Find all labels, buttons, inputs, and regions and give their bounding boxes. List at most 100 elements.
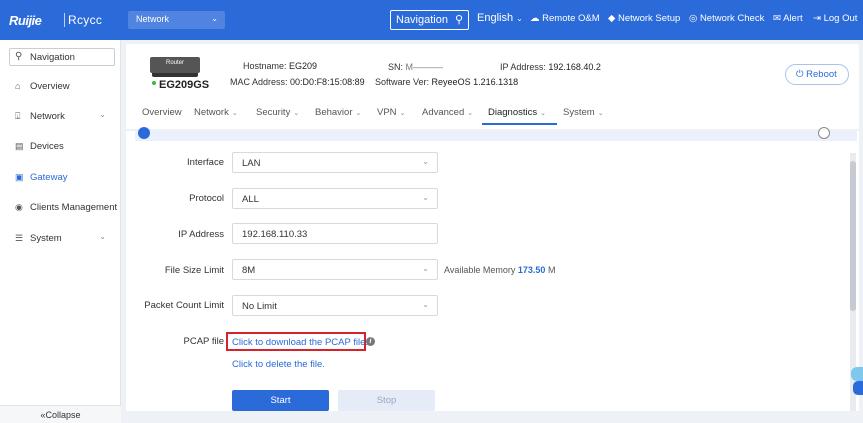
logo-separator <box>64 13 65 27</box>
tab-advanced[interactable]: Advanced ⌄ <box>422 107 473 118</box>
software-label: Software Ver: <box>375 77 430 87</box>
chevron-down-icon: ⌄ <box>597 110 604 117</box>
search-icon: ⚲ <box>454 14 463 26</box>
floating-assistant-icon[interactable] <box>848 367 863 397</box>
ip-value: 192.168.40.2 <box>548 62 601 72</box>
panel-header-strip <box>135 131 857 141</box>
navigation-search-label: Navigation <box>396 14 448 26</box>
system-icon: ☰ <box>15 233 24 243</box>
collapse-sidebar-button[interactable]: «Collapse <box>0 405 121 423</box>
chevron-down-icon: ⌄ <box>399 110 406 117</box>
sidebar: ⚲ Navigation ⌂ Overview ⍗ Network ⌄ ▤ De… <box>0 40 121 423</box>
tab-network[interactable]: Network ⌄ <box>194 107 238 118</box>
brand-logo-secondary: Rcycc <box>68 13 103 27</box>
language-selector[interactable]: English ⌄ <box>477 12 523 24</box>
sn-info: SN: M–––––– <box>388 62 443 72</box>
packet-count-limit-label: Packet Count Limit <box>144 300 224 311</box>
pcap-download-highlight: Click to download the PCAP file. <box>226 332 368 351</box>
network-check-label: Network Check <box>699 13 765 24</box>
tab-label: Network <box>194 107 229 118</box>
sidebar-item-network[interactable]: ⍗ Network ⌄ <box>0 107 121 127</box>
network-selector[interactable]: Network ⌄ <box>128 11 225 29</box>
alert-button[interactable]: ✉ Alert <box>773 13 803 24</box>
remote-om-label: Remote O&M <box>542 13 600 24</box>
sidebar-item-gateway[interactable]: ▣ Gateway <box>0 168 121 188</box>
ip-info: IP Address: 192.168.40.2 <box>500 62 601 72</box>
network-check-button[interactable]: ◎ Network Check <box>689 13 764 24</box>
logout-button[interactable]: ⇥ Log Out <box>813 13 857 24</box>
packet-count-limit-select[interactable]: No Limit ⌄ <box>232 295 438 316</box>
gateway-icon: ▣ <box>15 172 24 182</box>
scrollbar-thumb[interactable] <box>850 161 856 311</box>
tab-label: Security <box>256 107 291 118</box>
chevron-down-icon: ⌄ <box>516 14 523 23</box>
tab-security[interactable]: Security ⌄ <box>256 107 299 118</box>
network-setup-button[interactable]: ◆ Network Setup <box>608 13 680 24</box>
tab-label: Behavior <box>315 107 353 118</box>
navigation-search-box[interactable]: Navigation ⚲ <box>390 10 469 30</box>
tab-diagnostics[interactable]: Diagnostics ⌄ <box>488 107 546 118</box>
sidebar-item-label: Gateway <box>30 172 68 183</box>
language-label: English <box>477 12 514 24</box>
download-pcap-link[interactable]: Click to download the PCAP file. <box>232 337 368 348</box>
chevron-down-icon: ⌄ <box>422 157 429 166</box>
tab-label: VPN <box>377 107 397 118</box>
interface-select[interactable]: LAN ⌄ <box>232 152 438 173</box>
mac-value: 00:D0:F8:15:08:89 <box>290 77 365 87</box>
setup-icon: ◆ <box>608 13 616 24</box>
sidebar-item-clients-management[interactable]: ◉ Clients Management <box>0 198 121 218</box>
remote-om-button[interactable]: ☁ Remote O&M <box>530 13 600 24</box>
sidebar-item-label: System <box>30 233 62 244</box>
chevron-down-icon: ⌄ <box>467 110 474 117</box>
stop-button[interactable]: Stop <box>338 390 435 411</box>
sidebar-item-overview[interactable]: ⌂ Overview <box>0 77 121 97</box>
protocol-select[interactable]: ALL ⌄ <box>232 188 438 209</box>
tab-label: Overview <box>142 107 182 118</box>
assistant-icon-bottom <box>853 381 863 395</box>
chevron-down-icon: ⌄ <box>422 300 429 309</box>
reboot-button[interactable]: ⏻ Reboot <box>785 64 849 85</box>
logout-label: Log Out <box>823 13 858 24</box>
sidebar-search-input[interactable]: ⚲ Navigation <box>9 48 115 66</box>
ip-address-input[interactable]: 192.168.110.33 <box>232 223 438 244</box>
tab-label: System <box>563 107 595 118</box>
tab-label: Diagnostics <box>488 107 538 118</box>
router-image-label: Router <box>165 60 184 66</box>
chevron-down-icon: ⌄ <box>293 110 300 117</box>
delete-file-link[interactable]: Click to delete the file. <box>232 359 325 370</box>
assistant-icon-top <box>851 367 863 381</box>
cloud-icon: ☁ <box>530 13 540 24</box>
sidebar-item-system[interactable]: ☰ System ⌄ <box>0 229 121 249</box>
top-navigation-bar: Ruijie Rcycc Network ⌄ Navigation ⚲ Engl… <box>0 0 863 40</box>
start-button[interactable]: Start <box>232 390 329 411</box>
protocol-label: Protocol <box>189 193 224 204</box>
tab-system[interactable]: System ⌄ <box>563 107 604 118</box>
help-circle-icon[interactable] <box>818 127 830 139</box>
section-icon <box>138 127 150 139</box>
interface-label: Interface <box>187 157 224 168</box>
chevron-down-icon: ⌄ <box>540 110 546 117</box>
pcap-file-label: PCAP file <box>183 336 224 347</box>
tab-vpn[interactable]: VPN ⌄ <box>377 107 405 118</box>
sidebar-item-devices[interactable]: ▤ Devices <box>0 137 121 157</box>
bell-icon: ✉ <box>773 13 781 24</box>
tab-behavior[interactable]: Behavior ⌄ <box>315 107 361 118</box>
info-icon[interactable]: i <box>366 337 375 346</box>
sn-label: SN: <box>388 62 404 72</box>
file-size-limit-value: 8M <box>242 265 256 276</box>
mac-info: MAC Address: 00:D0:F8:15:08:89 <box>230 77 365 87</box>
clients-icon: ◉ <box>15 202 23 212</box>
chevron-down-icon: ⌄ <box>422 264 429 273</box>
ip-address-label: IP Address <box>178 229 224 240</box>
available-memory-value: 173.50 <box>517 265 546 275</box>
brand-logo: Ruijie <box>9 13 42 28</box>
network-setup-label: Network Setup <box>617 13 681 24</box>
file-size-limit-select[interactable]: 8M ⌄ <box>232 259 438 280</box>
mac-label: MAC Address: <box>230 77 288 87</box>
tab-overview[interactable]: Overview <box>142 107 182 118</box>
network-selector-label: Network <box>136 14 170 24</box>
ip-address-value: 192.168.110.33 <box>242 229 308 240</box>
hostname-value: EG209 <box>289 61 318 71</box>
home-icon: ⌂ <box>15 81 21 91</box>
devices-icon: ▤ <box>15 141 24 151</box>
